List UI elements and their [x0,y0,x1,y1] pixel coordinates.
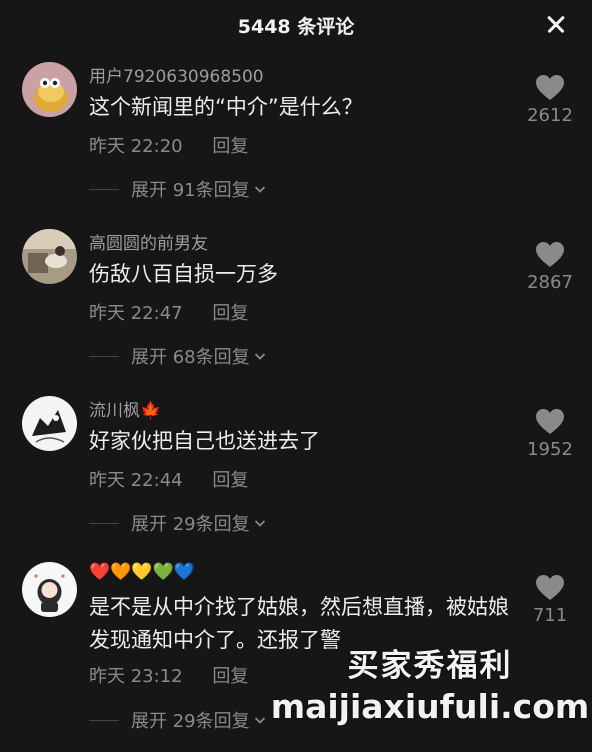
expand-replies-button[interactable]: 展开 29条回复 [89,707,266,733]
watermark-en: maijiaxiufuli.com [270,687,590,726]
reply-button[interactable]: 回复 [212,136,248,157]
username[interactable]: 高圆圆的前男友 [89,229,208,254]
heart-icon [536,75,564,100]
like-count: 2612 [527,105,573,126]
heart-icon [536,409,564,434]
username[interactable]: ❤️🧡💛💚💙 [89,562,195,582]
chevron-down-icon [254,353,265,360]
avatar[interactable] [22,562,77,617]
chevron-down-icon [254,717,265,724]
comment-meta: 昨天 22:20 回复 [89,132,248,158]
like-count: 711 [532,605,568,626]
expand-replies-button[interactable]: 展开 68条回复 [89,343,266,369]
comment-meta: 昨天 23:12 回复 [89,662,248,688]
avatar[interactable] [22,229,77,284]
avatar[interactable] [22,396,77,451]
comment-text[interactable]: 是不是从中介找了姑娘，然后想直播，被姑娘发现通知中介了。还报了警 [89,591,519,657]
comment-text[interactable]: 好家伙把自己也送进去了 [89,425,519,458]
like-button[interactable]: 2612 [522,74,578,126]
heart-icon [536,575,564,600]
like-count: 1952 [527,439,573,460]
expand-replies-button[interactable]: 展开 29条回复 [89,510,266,536]
divider [89,522,119,524]
comment-text[interactable]: 伤敌八百自损一万多 [89,258,519,291]
username[interactable]: 流川枫🍁 [89,396,161,421]
reply-button[interactable]: 回复 [212,470,248,491]
username[interactable]: 用户7920630968500 [89,62,264,87]
close-icon[interactable] [542,10,570,38]
like-button[interactable]: 711 [522,574,578,626]
comments-panel: 5448 条评论 用户7920630968500 这个新闻里的“中介”是什么？ … [0,0,592,752]
expand-replies-label: 展开 29条回复 [131,514,250,535]
expand-replies-label: 展开 91条回复 [131,180,250,201]
reply-button[interactable]: 回复 [212,666,248,687]
heart-icon [536,242,564,267]
like-count: 2867 [527,272,573,293]
comment-text[interactable]: 这个新闻里的“中介”是什么？ [89,91,519,124]
expand-replies-label: 展开 29条回复 [131,711,250,732]
comment-meta: 昨天 22:47 回复 [89,299,248,325]
expand-replies-button[interactable]: 展开 91条回复 [89,176,266,202]
divider [89,719,119,721]
avatar[interactable] [22,62,77,117]
like-button[interactable]: 2867 [522,241,578,293]
comment-time: 昨天 22:44 [89,470,183,491]
divider [89,188,119,190]
divider [89,355,119,357]
comment-time: 昨天 22:20 [89,136,183,157]
chevron-down-icon [254,186,265,193]
comment-meta: 昨天 22:44 回复 [89,466,248,492]
comments-header: 5448 条评论 [0,0,592,48]
comment-time: 昨天 22:47 [89,303,183,324]
like-button[interactable]: 1952 [522,408,578,460]
reply-button[interactable]: 回复 [212,303,248,324]
comment-time: 昨天 23:12 [89,666,183,687]
expand-replies-label: 展开 68条回复 [131,347,250,368]
comment-count-title: 5448 条评论 [237,16,355,38]
chevron-down-icon [254,520,265,527]
